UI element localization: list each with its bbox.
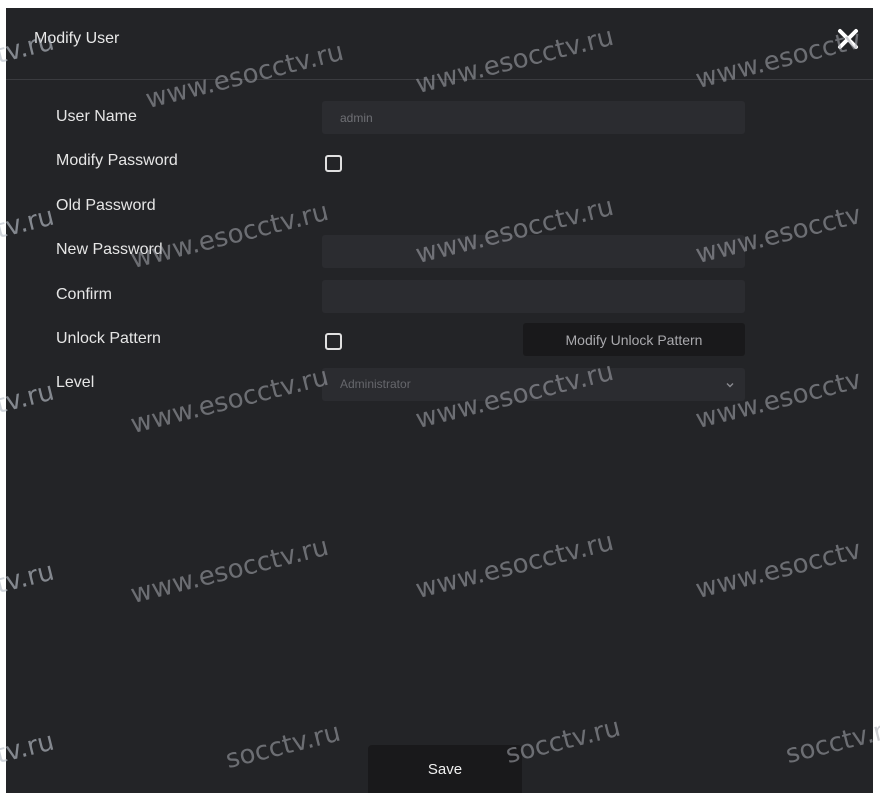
modify-password-label: Modify Password: [56, 152, 178, 169]
new-password-field[interactable]: [322, 235, 745, 268]
modify-password-checkbox[interactable]: [325, 155, 342, 172]
unlock-pattern-label: Unlock Pattern: [56, 330, 161, 347]
modify-user-dialog: Modify User User Name Modify Password Ol…: [6, 8, 873, 793]
new-password-label: New Password: [56, 241, 163, 258]
chevron-down-icon: [725, 368, 735, 401]
close-button[interactable]: [833, 24, 863, 54]
dialog-title: Modify User: [34, 30, 120, 47]
level-select[interactable]: Administrator: [322, 368, 745, 401]
save-button[interactable]: Save: [368, 745, 522, 793]
confirm-password-field[interactable]: [322, 280, 745, 313]
modify-unlock-pattern-button[interactable]: Modify Unlock Pattern: [523, 323, 745, 356]
dialog-titlebar: Modify User: [6, 8, 873, 80]
level-select-value: Administrator: [340, 377, 411, 391]
user-name-label: User Name: [56, 108, 137, 125]
level-label: Level: [56, 374, 95, 391]
confirm-label: Confirm: [56, 286, 113, 303]
old-password-label: Old Password: [56, 197, 156, 214]
unlock-pattern-checkbox[interactable]: [325, 333, 342, 350]
user-name-field[interactable]: [322, 101, 745, 134]
close-icon: [838, 29, 858, 49]
